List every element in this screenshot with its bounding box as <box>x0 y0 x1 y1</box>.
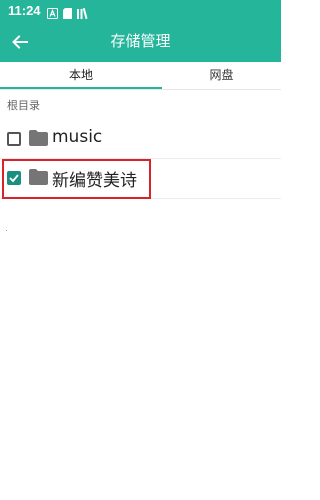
toolbar: 存储管理 <box>0 22 281 62</box>
back-arrow-icon[interactable] <box>8 30 32 54</box>
folder-icon <box>29 130 48 146</box>
checkbox-unchecked[interactable] <box>7 132 21 146</box>
folder-name: 新编赞美诗 <box>52 171 137 191</box>
checkmark-icon <box>9 174 19 183</box>
library-icon <box>77 4 89 23</box>
row-divider <box>0 158 281 159</box>
tab-divider <box>0 89 281 90</box>
app-header: 11:24 存储管理 <box>0 0 281 62</box>
folder-row-music[interactable]: music <box>0 121 281 159</box>
status-time: 11:24 <box>8 3 41 18</box>
tab-local[interactable]: 本地 <box>0 62 162 90</box>
page-title: 存储管理 <box>110 32 171 50</box>
row-divider <box>0 198 281 199</box>
checkbox-checked[interactable] <box>7 171 21 185</box>
tab-cloud[interactable]: 网盘 <box>162 62 281 90</box>
notification-a-icon <box>47 4 58 23</box>
tab-bar: 本地 网盘 <box>0 62 281 90</box>
breadcrumb: 根目录 <box>7 99 40 112</box>
stray-dot <box>6 230 7 231</box>
folder-icon <box>29 169 48 185</box>
folder-row-hymns[interactable]: 新编赞美诗 <box>0 160 281 198</box>
folder-name: music <box>52 127 103 147</box>
status-bar: 11:24 <box>0 0 281 22</box>
sd-card-icon <box>63 4 72 23</box>
